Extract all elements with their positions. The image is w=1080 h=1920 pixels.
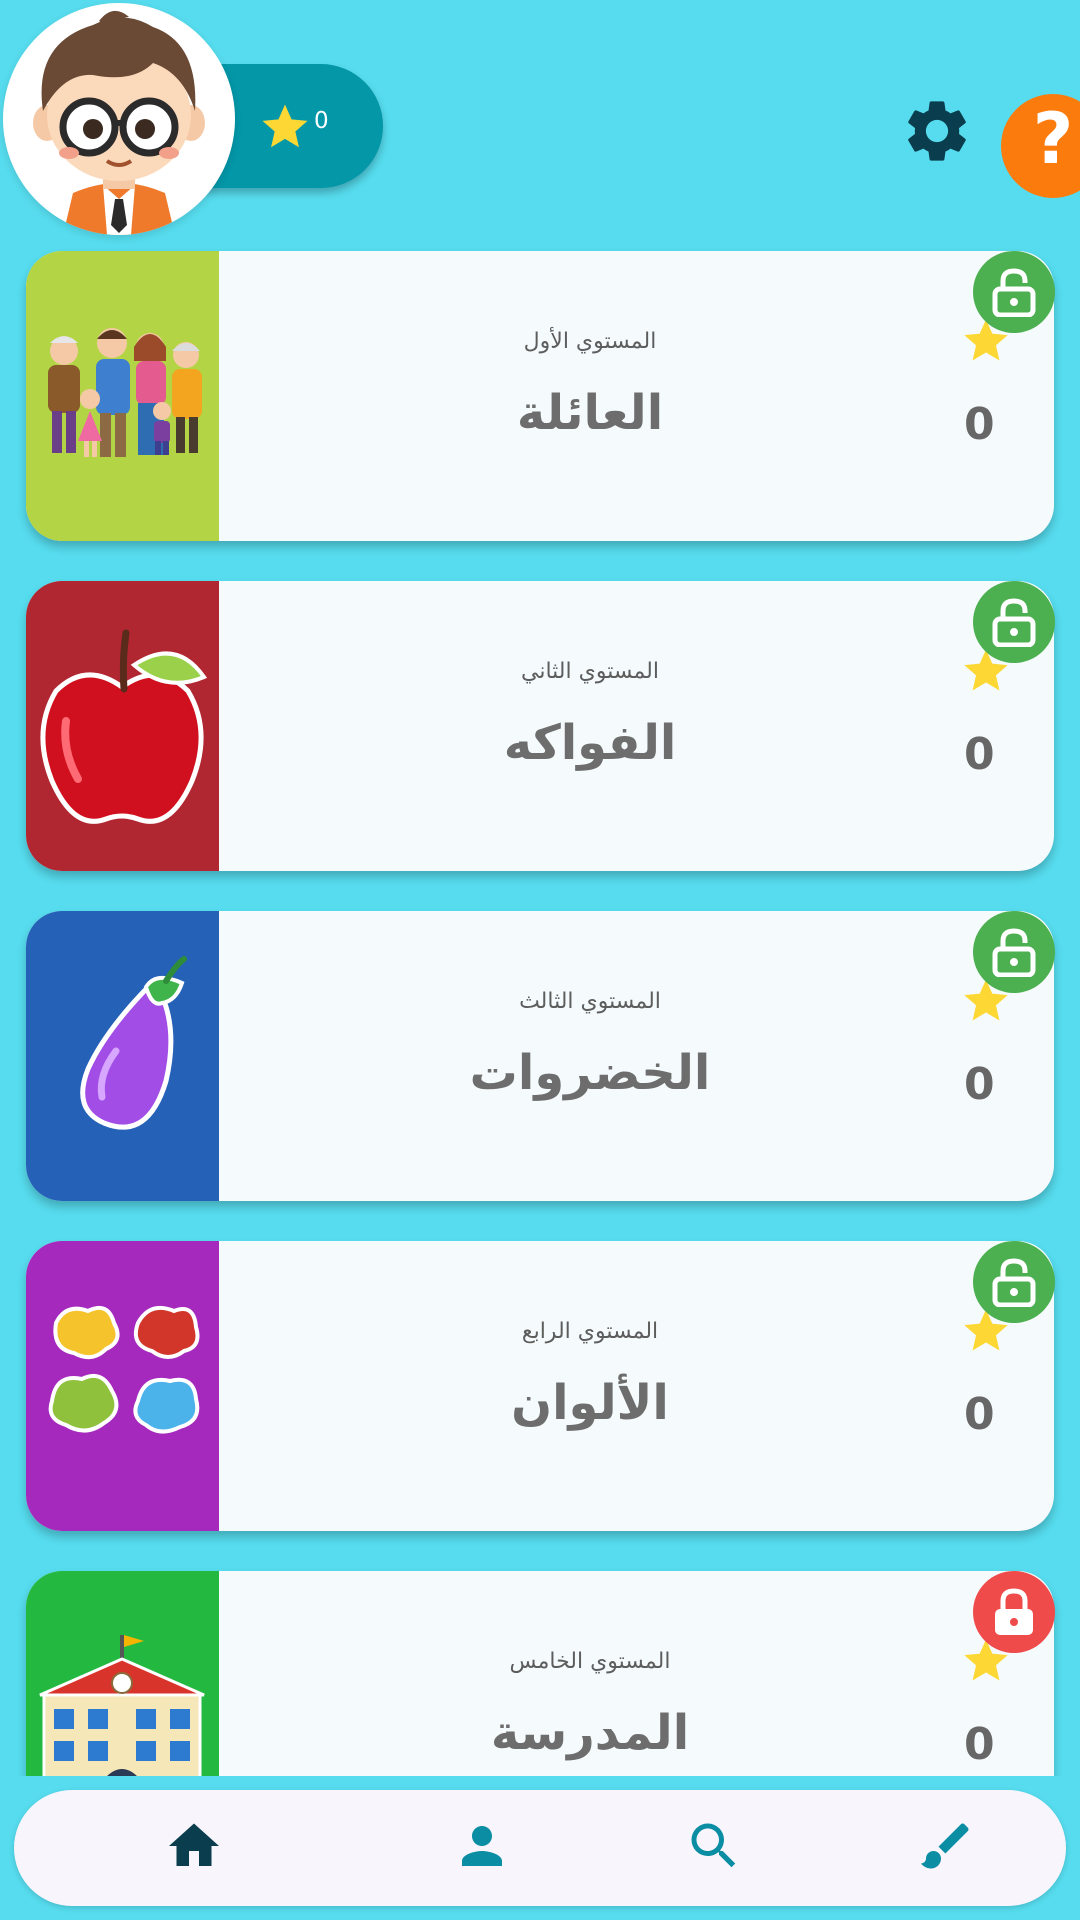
level-subtitle: المستوي الرابع [521,1319,659,1344]
nav-home-button[interactable] [164,1816,224,1876]
nav-draw-button[interactable] [916,1816,976,1876]
settings-button[interactable] [900,94,974,168]
star-icon [262,104,308,148]
unlocked-badge [973,581,1055,663]
level-title: الألوان [511,1375,669,1431]
level-card-fruits[interactable]: المستوي الثاني الفواكه 0 [26,581,1054,871]
apple-icon [40,629,208,824]
level-card-vegetables[interactable]: المستوي الثالث الخضروات 0 [26,911,1054,1201]
boy-avatar-icon [33,10,205,235]
brush-icon [921,1823,969,1869]
unlocked-badge [973,911,1055,993]
unlocked-badge [973,251,1055,333]
person-icon [462,1826,502,1866]
level-title: الفواكه [503,715,677,771]
stars-total-value: 0 [314,108,329,134]
level-card-colors[interactable]: المستوي الرابع الألوان 0 [26,1241,1054,1531]
level-score: 0 [964,729,995,780]
level-score: 0 [964,1059,995,1110]
level-title: العائلة [516,385,664,441]
level-thumbnail [26,581,219,871]
bottom-navigation [14,1790,1066,1906]
nav-profile-button[interactable] [452,1816,512,1876]
lock-closed-icon [995,1588,1033,1635]
level-score: 0 [964,399,995,450]
eggplant-icon [80,956,187,1130]
nav-search-button[interactable] [684,1816,744,1876]
gear-icon [908,101,966,161]
lock-open-icon [992,598,1036,647]
level-title: الخضروات [469,1045,711,1101]
level-card-family[interactable]: المستوي الأول العائلة 0 [26,251,1054,541]
level-subtitle: المستوي الأول [523,329,657,354]
level-score: 0 [964,1389,995,1440]
locked-badge [973,1571,1055,1653]
level-thumbnail [26,251,219,541]
help-button[interactable]: ? [1001,94,1080,198]
level-title: المدرسة [490,1705,690,1761]
search-icon [691,1823,736,1868]
level-subtitle: المستوي الثالث [519,989,661,1014]
level-subtitle: المستوي الثاني [521,659,659,684]
paint-splash-icon [48,1306,200,1434]
avatar[interactable] [3,3,235,235]
level-subtitle: المستوي الخامس [509,1649,671,1674]
lock-open-icon [992,268,1036,317]
lock-open-icon [992,1258,1036,1307]
level-thumbnail [26,1241,219,1531]
family-icon [48,328,202,457]
unlocked-badge [973,1241,1055,1323]
lock-open-icon [992,928,1036,977]
level-thumbnail [26,911,219,1201]
home-icon [169,1823,219,1866]
level-score: 0 [964,1719,995,1770]
help-label: ? [1032,98,1074,180]
